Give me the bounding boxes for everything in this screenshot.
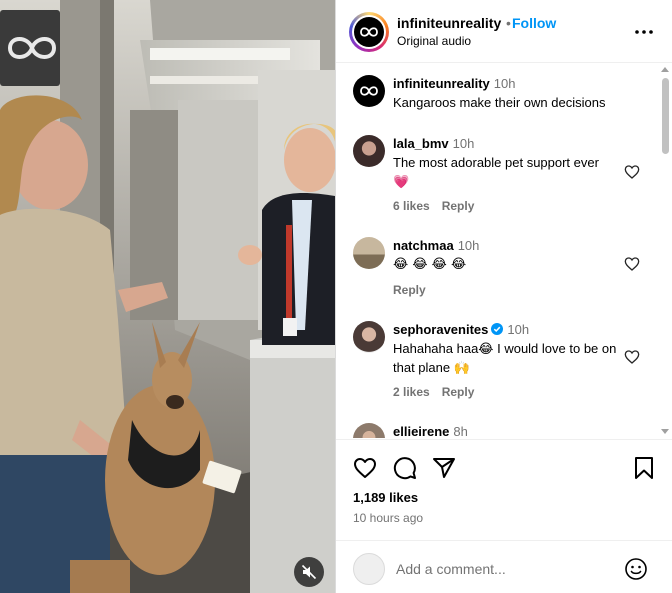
mute-button[interactable] (294, 557, 324, 587)
post-timestamp[interactable]: 10 hours ago (353, 511, 423, 525)
paper-plane-icon[interactable] (432, 456, 456, 480)
more-options-button[interactable] (632, 20, 656, 44)
comment-text: Hahahaha haa😂 I would love to be on that… (393, 341, 617, 375)
comment-meta: Reply (393, 283, 438, 297)
bookmark-icon[interactable] (632, 456, 656, 480)
comment-username[interactable]: natchmaa 10h (393, 238, 479, 253)
commenter-avatar[interactable] (353, 237, 385, 269)
comment-item: sephoravenites 10h Hahahaha haa😂 I would … (336, 320, 656, 400)
follow-button[interactable]: Follow (512, 15, 556, 31)
comment-item: natchmaa 10h 😂 😂 😂 😂 Reply (336, 236, 656, 300)
reply-button[interactable]: Reply (442, 385, 475, 399)
heart-icon[interactable] (353, 456, 377, 480)
scroll-down-arrow-icon[interactable] (661, 429, 669, 434)
comment-username[interactable]: ellieirene 8h (393, 424, 468, 438)
comment-like-heart-icon[interactable] (624, 349, 640, 365)
add-comment-bar (336, 540, 672, 593)
post-media[interactable] (0, 0, 335, 593)
post-header: infiniteunreality • Follow Original audi… (336, 0, 672, 63)
comment-username[interactable]: sephoravenites 10h (393, 322, 529, 337)
comment-likes-link[interactable]: 2 likes (393, 385, 430, 399)
caption-username[interactable]: infiniteunreality 10h (393, 76, 516, 91)
comment-time: 10h (457, 238, 480, 253)
author-avatar[interactable] (349, 12, 389, 52)
smiley-icon[interactable] (624, 557, 648, 581)
scrollbar-thumb[interactable] (662, 78, 669, 154)
post-side-panel: infiniteunreality • Follow Original audi… (335, 0, 672, 593)
caption-time: 10h (493, 76, 516, 91)
comments-list[interactable]: infiniteunreality 10h Kangaroos make thei… (336, 64, 672, 438)
likes-count[interactable]: 1,189 likes (353, 490, 418, 505)
caption-avatar[interactable] (353, 75, 385, 107)
verified-badge-icon (491, 323, 504, 335)
comment-username[interactable]: lala_bmv 10h (393, 136, 474, 151)
comment-meta: 2 likes Reply (393, 385, 486, 399)
audio-label[interactable]: Original audio (397, 34, 471, 48)
comment-like-heart-icon[interactable] (624, 256, 640, 272)
comment-text: The most adorable pet support ever 💗 (393, 155, 599, 190)
comments-scrollbar[interactable] (658, 64, 672, 438)
comment-time: 10h (507, 322, 530, 337)
comment-item: lala_bmv 10h The most adorable pet suppor… (336, 134, 656, 214)
separator-dot: • (506, 15, 511, 31)
infinity-logo-icon (360, 27, 378, 37)
comment-meta: 6 likes Reply (393, 199, 486, 213)
author-username[interactable]: infiniteunreality (397, 15, 501, 31)
current-user-avatar (353, 553, 385, 585)
comment-time: 10h (452, 136, 475, 151)
comment-time: 8h (453, 424, 468, 438)
post-actions: 1,189 likes 10 hours ago (336, 439, 672, 539)
comment-bubble-icon[interactable] (393, 456, 417, 480)
reply-button[interactable]: Reply (393, 283, 426, 297)
commenter-avatar[interactable] (353, 321, 385, 353)
more-options-icon (635, 30, 653, 34)
comment-text: 😂 😂 😂 😂 (393, 257, 467, 272)
caption: infiniteunreality 10h Kangaroos make thei… (336, 74, 656, 114)
speaker-muted-icon (301, 564, 317, 580)
caption-text: Kangaroos make their own decisions (393, 95, 606, 110)
comment-likes-link[interactable]: 6 likes (393, 199, 430, 213)
comment-input[interactable] (396, 557, 616, 581)
commenter-avatar[interactable] (353, 423, 385, 438)
scroll-up-arrow-icon[interactable] (661, 67, 669, 72)
heart-emoji: 💗 (393, 175, 410, 190)
commenter-avatar[interactable] (353, 135, 385, 167)
infinity-logo-icon (360, 86, 378, 96)
comment-item: ellieirene 8h (336, 422, 656, 438)
video-frame (0, 0, 335, 593)
comment-like-heart-icon[interactable] (624, 164, 640, 180)
reply-button[interactable]: Reply (442, 199, 475, 213)
